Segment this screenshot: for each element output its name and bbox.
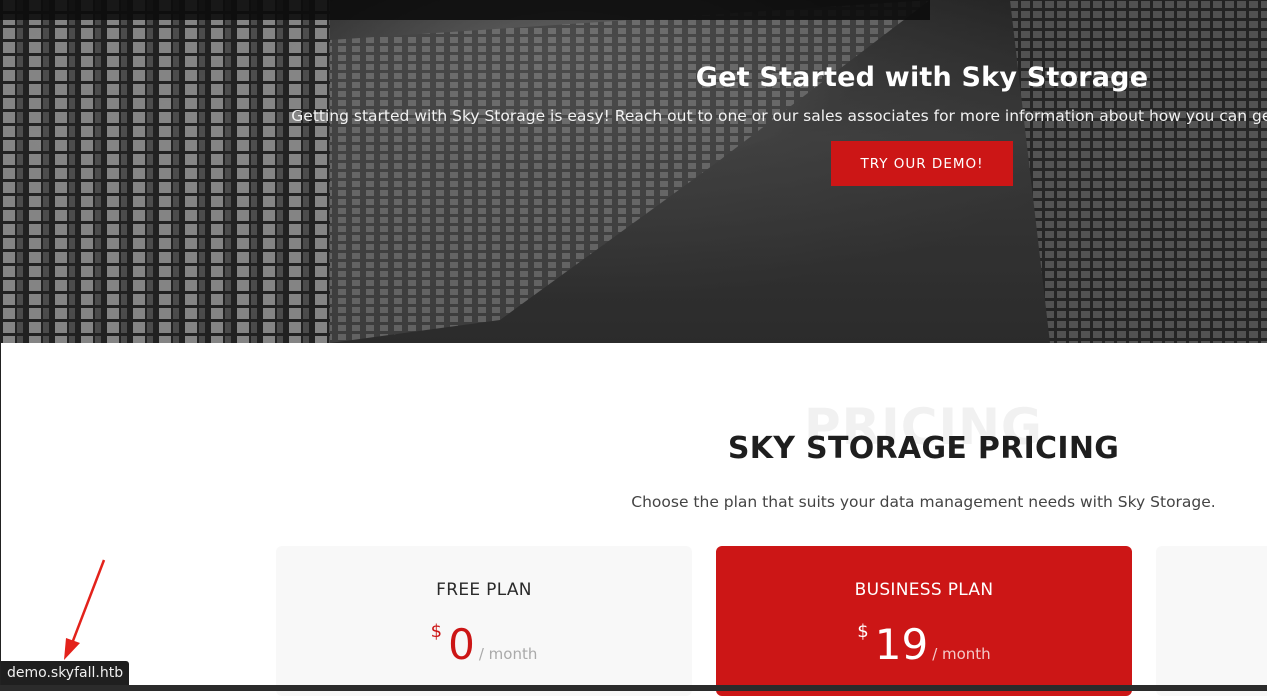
pricing-subtitle: Choose the plan that suits your data man… — [631, 493, 1216, 511]
price-period: / month — [932, 645, 991, 663]
pricing-section: PRICING SKY STORAGE PRICING Choose the p… — [0, 343, 1267, 696]
try-demo-button[interactable]: TRY OUR DEMO! — [831, 141, 1013, 186]
plan-name: BUSINESS PLAN — [854, 580, 994, 600]
hero-title: Get Started with Sky Storage — [695, 62, 1149, 93]
window-bottom-edge — [0, 685, 1267, 691]
hero-section: Get Started with Sky Storage Getting sta… — [0, 0, 1267, 343]
status-bar-url: demo.skyfall.htb — [1, 661, 130, 685]
hero-description: Getting started with Sky Storage is easy… — [291, 107, 1267, 125]
price-amount: 0 — [448, 620, 475, 669]
plan-price: $19/ month — [716, 620, 1132, 669]
plan-price: $0/ month — [276, 620, 692, 669]
plan-card-business: BUSINESS PLAN $19/ month — [716, 546, 1132, 696]
plan-name: FREE PLAN — [436, 580, 532, 600]
price-amount: 19 — [874, 620, 929, 669]
price-currency: $ — [430, 621, 443, 642]
hero-content: Get Started with Sky Storage Getting sta… — [276, 58, 1267, 186]
pricing-title: SKY STORAGE PRICING — [727, 431, 1120, 466]
price-period: / month — [478, 645, 538, 663]
plan-card-free: FREE PLAN $0/ month — [276, 546, 692, 696]
price-currency: $ — [857, 621, 869, 642]
plan-card-partial — [1156, 546, 1267, 696]
